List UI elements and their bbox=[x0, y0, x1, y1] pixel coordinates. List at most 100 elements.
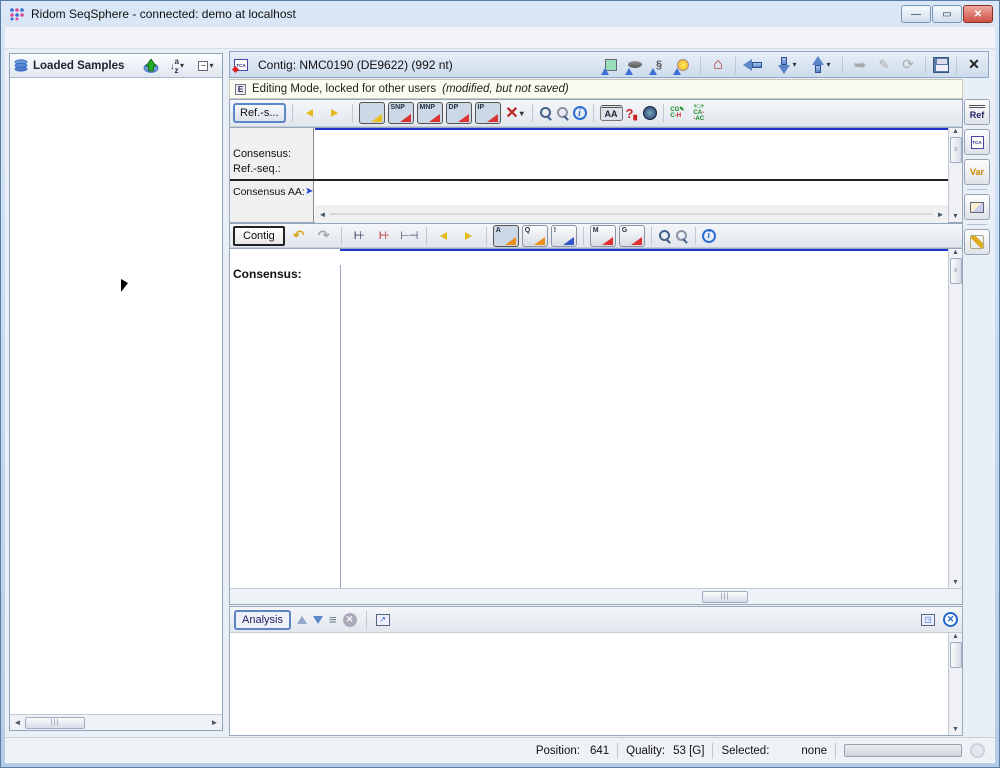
edit-view-button[interactable] bbox=[964, 229, 990, 255]
save-icon[interactable] bbox=[933, 57, 949, 73]
forward-icon[interactable]: ➥ bbox=[850, 55, 870, 75]
scroll-down-icon[interactable]: ▼ bbox=[952, 726, 959, 733]
highlight-pen-button[interactable] bbox=[359, 102, 385, 124]
clear-highlight-icon[interactable]: ✕▾ bbox=[504, 102, 526, 124]
position-label: Position: bbox=[536, 745, 580, 757]
scroll-down-icon[interactable]: ▼ bbox=[952, 213, 959, 220]
tca-view-button[interactable]: TCA bbox=[964, 129, 990, 155]
align-pen-button[interactable]: A bbox=[493, 225, 519, 247]
close-contig-icon[interactable]: ✕ bbox=[964, 55, 984, 75]
aa-ruler-button[interactable]: AA bbox=[600, 105, 623, 121]
slider-right-icon[interactable]: ► bbox=[933, 207, 948, 221]
scroll-thumb[interactable]: ≡ bbox=[950, 137, 962, 163]
next-problem-icon[interactable]: ▾ bbox=[771, 55, 801, 75]
contig-info-icon[interactable]: i bbox=[702, 229, 716, 243]
selected-label: Selected: bbox=[721, 745, 769, 757]
ref-view-button[interactable]: Ref bbox=[964, 99, 990, 125]
undo-icon[interactable]: ↶ bbox=[288, 225, 310, 247]
send-target-icon[interactable] bbox=[673, 55, 693, 75]
tree-horizontal-scrollbar[interactable]: ◄ ||| ► bbox=[10, 714, 222, 730]
import-samples-icon[interactable] bbox=[142, 56, 160, 76]
m-pen-button[interactable]: M bbox=[590, 225, 616, 247]
scroll-up-icon[interactable]: ▲ bbox=[952, 249, 959, 256]
dp-pen-button[interactable]: DP bbox=[446, 102, 472, 124]
position-value: 641 bbox=[590, 745, 609, 757]
ip-pen-button[interactable]: IP bbox=[475, 102, 501, 124]
scroll-left-icon[interactable]: ◄ bbox=[10, 716, 25, 730]
quality-pen-button[interactable]: Q bbox=[522, 225, 548, 247]
scroll-right-icon[interactable]: ► bbox=[207, 716, 222, 730]
g-pen-button[interactable]: G bbox=[619, 225, 645, 247]
zoom-out-icon[interactable] bbox=[556, 106, 570, 120]
contig-vertical-scrollbar[interactable]: ▲ ≡ ▼ bbox=[948, 249, 962, 588]
trim-left-icon[interactable]: Ⱶ⊦ bbox=[348, 225, 370, 247]
next-diff-contig-icon[interactable] bbox=[458, 225, 480, 247]
prev-diff-icon[interactable] bbox=[299, 102, 321, 124]
contig-selector-button[interactable]: Contig bbox=[233, 226, 285, 246]
back-icon[interactable] bbox=[743, 56, 767, 74]
send-table-icon[interactable] bbox=[601, 55, 621, 75]
clear-icon[interactable]: ✕ bbox=[343, 613, 357, 627]
info-icon[interactable]: i bbox=[573, 106, 587, 120]
snp-pen-button[interactable]: SNP bbox=[388, 102, 414, 124]
send-sample-icon[interactable] bbox=[625, 55, 645, 75]
home-icon[interactable]: ⌂ bbox=[708, 55, 728, 75]
next-diff-icon[interactable] bbox=[324, 102, 346, 124]
contig-toolbar: Contig ↶ ↷ Ⱶ⊦ Ⱶ⊦ ⊢⊣ A Q ! M G i bbox=[229, 223, 963, 248]
contig-ruler[interactable] bbox=[340, 249, 950, 265]
analysis-vertical-scrollbar[interactable]: ▲ ▼ bbox=[948, 633, 962, 735]
redo-icon[interactable]: ↷ bbox=[313, 225, 335, 247]
list-icon[interactable]: ≡ bbox=[329, 612, 337, 627]
var-view-button[interactable]: Var bbox=[964, 159, 990, 185]
close-button[interactable]: ✕ bbox=[963, 5, 993, 23]
scroll-thumb[interactable]: ≡ bbox=[950, 258, 962, 284]
scroll-up-icon[interactable]: ▲ bbox=[952, 128, 959, 135]
contig-horizontal-scrollbar[interactable]: ||| bbox=[230, 588, 962, 604]
scroll-up-icon[interactable]: ▲ bbox=[952, 633, 959, 640]
progress-bar bbox=[844, 744, 962, 757]
scroll-thumb[interactable]: ||| bbox=[702, 591, 748, 603]
sort-icon[interactable]: ↓az▾ bbox=[165, 56, 189, 76]
analysis-tab[interactable]: Analysis bbox=[234, 610, 291, 630]
export-icon[interactable]: ↗ bbox=[376, 614, 390, 626]
reference-ruler[interactable] bbox=[315, 128, 950, 144]
panel-title: Loaded Samples bbox=[33, 60, 137, 72]
analysis-table bbox=[230, 633, 948, 735]
reference-toolbar: Ref.-s... SNP MNP DP IP ✕▾ i AA ?▖ CG✎C-… bbox=[229, 99, 963, 127]
popout-icon[interactable]: ◳ bbox=[921, 614, 935, 626]
minimize-button[interactable]: — bbox=[901, 5, 931, 23]
trim-marked-icon[interactable]: Ⱶ⊦ bbox=[373, 225, 395, 247]
problem-pen-button[interactable]: ! bbox=[551, 225, 577, 247]
close-analysis-icon[interactable]: ✕ bbox=[943, 612, 958, 627]
maximize-button[interactable]: ▭ bbox=[932, 5, 962, 23]
ref-selector-button[interactable]: Ref.-s... bbox=[233, 103, 286, 123]
move-down-icon[interactable] bbox=[313, 616, 323, 624]
refresh-icon[interactable]: ⟳ bbox=[898, 55, 918, 75]
mnp-pen-button[interactable]: MNP bbox=[417, 102, 443, 124]
status-bar: Position: 641 Quality: 53 [G] Selected: … bbox=[5, 737, 995, 763]
codon-translate-icon[interactable]: +□+CA--AC bbox=[693, 104, 704, 122]
chromatogram-view-button[interactable] bbox=[964, 194, 990, 220]
scroll-thumb[interactable] bbox=[950, 642, 962, 668]
scroll-down-icon[interactable]: ▼ bbox=[952, 579, 959, 586]
loaded-samples-panel: Loaded Samples ↓az▾ −▾ ◄ ||| ► bbox=[9, 53, 223, 731]
prev-diff-contig-icon[interactable] bbox=[433, 225, 455, 247]
slider-left-icon[interactable]: ◄ bbox=[315, 207, 330, 221]
codon-edit-icon[interactable]: CG✎C-H bbox=[670, 107, 684, 119]
ambiguity-icon[interactable]: ?▖ bbox=[626, 106, 641, 121]
collapse-all-icon[interactable]: −▾ bbox=[194, 56, 218, 76]
move-up-icon[interactable] bbox=[297, 616, 307, 624]
globe-icon[interactable] bbox=[643, 106, 657, 120]
reference-vertical-scrollbar[interactable]: ▲ ≡ ▼ bbox=[948, 128, 962, 222]
zoom-in-icon[interactable] bbox=[539, 106, 553, 120]
contig-zoom-in-icon[interactable] bbox=[658, 229, 672, 243]
prev-problem-icon[interactable]: ▾ bbox=[805, 55, 835, 75]
edit-icon[interactable]: ✎ bbox=[874, 55, 894, 75]
trim-range-icon[interactable]: ⊢⊣ bbox=[398, 225, 420, 247]
send-sequence-icon[interactable]: § bbox=[649, 55, 669, 75]
scroll-thumb[interactable]: ||| bbox=[25, 717, 85, 729]
quality-label: Quality: bbox=[626, 745, 665, 757]
contig-zoom-out-icon[interactable] bbox=[675, 229, 689, 243]
consensus-aa-row[interactable] bbox=[230, 181, 948, 205]
reference-overview-slider[interactable]: ◄ ► bbox=[315, 205, 948, 223]
